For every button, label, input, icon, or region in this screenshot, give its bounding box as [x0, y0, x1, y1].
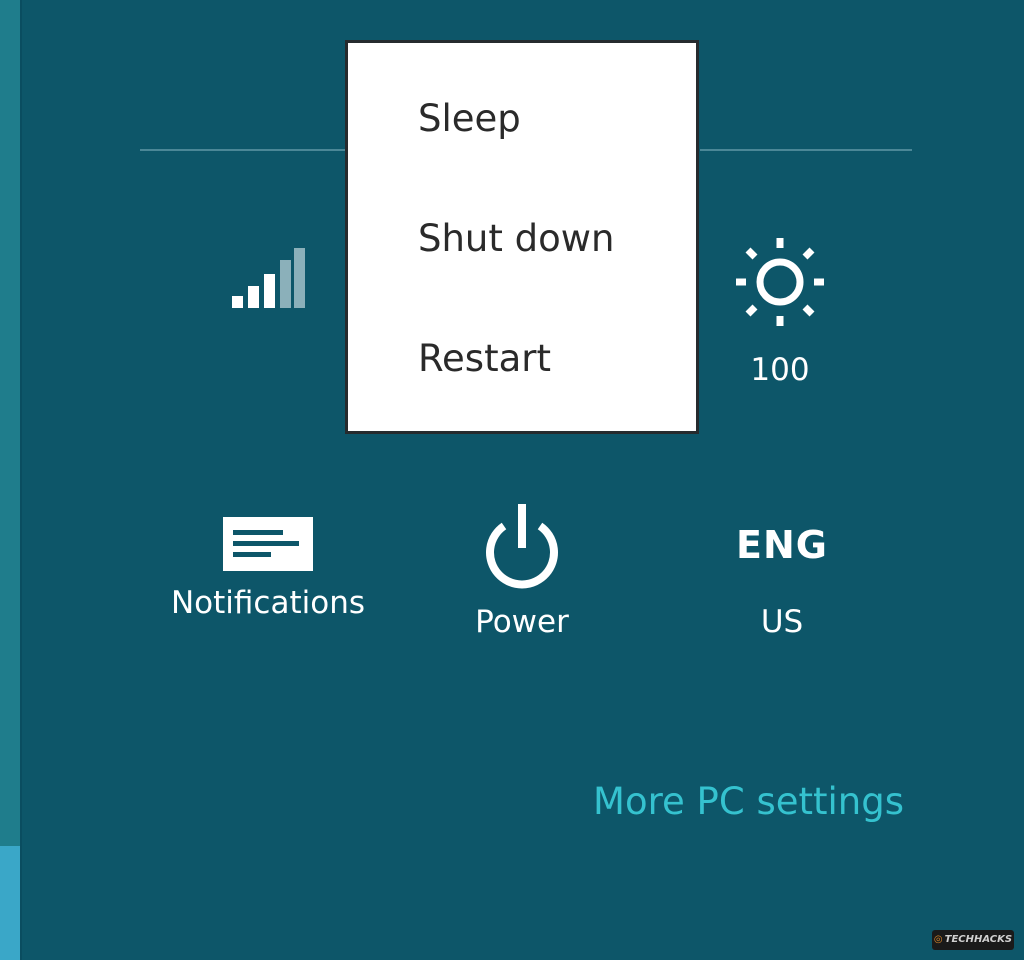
- divider-line-right: [700, 149, 912, 151]
- language-region: US: [760, 604, 804, 640]
- watermark-logo-icon: ◎: [933, 934, 943, 945]
- power-flyout-menu: Sleep Shut down Restart: [345, 40, 699, 434]
- notifications-icon: [223, 517, 313, 571]
- restart-menu-item[interactable]: Restart: [418, 337, 551, 380]
- power-label: Power: [475, 604, 569, 640]
- power-icon: [486, 504, 558, 589]
- wifi-signal-icon[interactable]: [230, 246, 306, 310]
- watermark-text: TECHHACKS: [944, 934, 1013, 945]
- language-code: ENG: [736, 523, 828, 567]
- divider-line-left: [140, 149, 348, 151]
- language-tile[interactable]: ENG US: [672, 500, 892, 640]
- notifications-label: Notifications: [170, 585, 366, 621]
- brightness-value: 100: [750, 352, 810, 388]
- sleep-menu-item[interactable]: Sleep: [418, 97, 521, 140]
- notifications-tile[interactable]: Notifications: [158, 500, 378, 621]
- left-edge-strip: [0, 0, 22, 960]
- watermark-logo: ◎ TECHHACKS: [932, 930, 1014, 950]
- left-edge-highlight: [0, 846, 20, 960]
- shut-down-menu-item[interactable]: Shut down: [418, 217, 615, 260]
- more-pc-settings-link[interactable]: More PC settings: [593, 780, 904, 823]
- power-tile[interactable]: Power: [412, 500, 632, 640]
- brightness-sun-icon[interactable]: [730, 234, 830, 334]
